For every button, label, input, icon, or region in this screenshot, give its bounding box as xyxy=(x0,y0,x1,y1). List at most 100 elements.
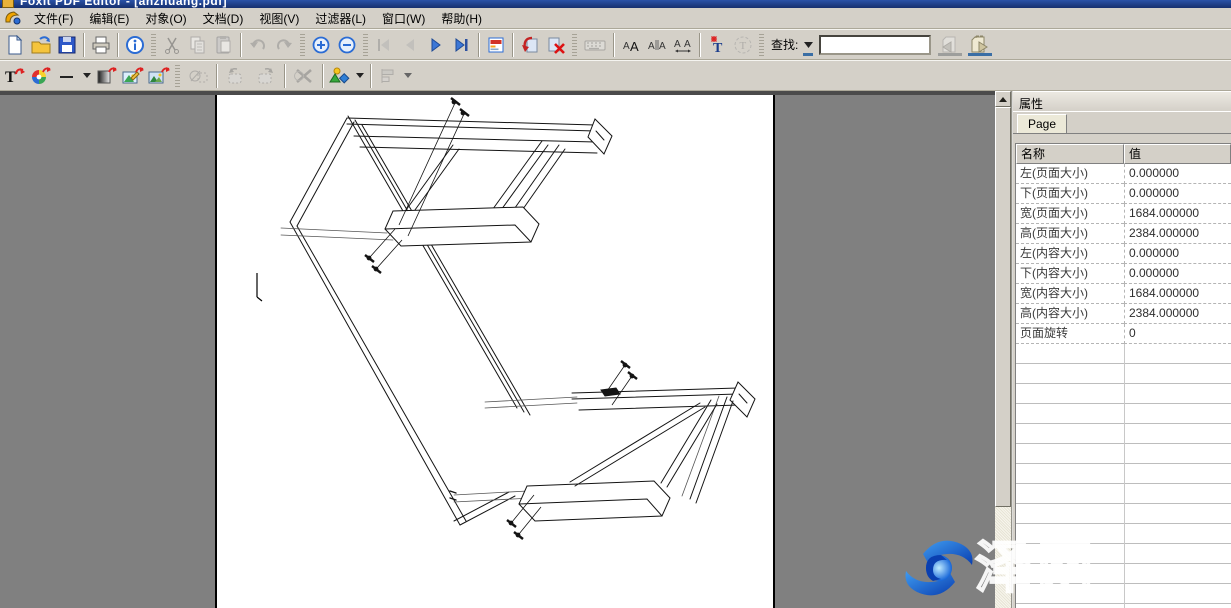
delete-page-button[interactable] xyxy=(543,32,569,57)
add-color-button[interactable] xyxy=(28,63,54,88)
toolbar-gripper xyxy=(175,65,180,87)
property-row: 下(页面大小) 0.000000 xyxy=(1016,184,1231,204)
delete-object-button[interactable] xyxy=(289,63,319,88)
rotate-right-button[interactable] xyxy=(251,63,281,88)
property-value[interactable]: 0.000000 xyxy=(1124,184,1231,204)
scroll-up-arrow-icon xyxy=(999,97,1007,102)
open-file-button[interactable] xyxy=(28,32,54,57)
window-title: Foxit PDF Editor - [anzhuang.pdf] xyxy=(20,0,227,8)
print-icon xyxy=(91,35,111,55)
clone-object-button[interactable] xyxy=(183,63,213,88)
first-page-button[interactable] xyxy=(371,32,397,57)
property-value[interactable]: 0.000000 xyxy=(1124,244,1231,264)
add-line-button[interactable] xyxy=(54,63,80,88)
menu-window[interactable]: 窗口(W) xyxy=(374,8,433,29)
title-bar: Foxit PDF Editor - [anzhuang.pdf] xyxy=(0,0,1231,8)
svg-text:A: A xyxy=(684,39,691,50)
delete-object-icon xyxy=(293,66,315,86)
add-shading-button[interactable] xyxy=(94,63,120,88)
text-circle-button[interactable]: T xyxy=(730,32,756,57)
paste-button[interactable] xyxy=(211,32,237,57)
find-dropdown-arrow[interactable] xyxy=(801,34,815,56)
document-info-button[interactable] xyxy=(122,32,148,57)
zoom-out-button[interactable] xyxy=(334,32,360,57)
scrollbar-thumb[interactable] xyxy=(995,107,1011,507)
word-spacing-icon: AA xyxy=(673,35,693,55)
property-value[interactable]: 1684.000000 xyxy=(1124,284,1231,304)
replace-font-button[interactable]: AA xyxy=(618,32,644,57)
print-button[interactable] xyxy=(88,32,114,57)
pdf-page[interactable] xyxy=(215,95,775,608)
char-spacing-icon: AA xyxy=(647,35,667,55)
shading-icon xyxy=(96,66,118,86)
scroll-up-button[interactable] xyxy=(995,91,1011,107)
save-button[interactable] xyxy=(54,32,80,57)
find-previous-button[interactable] xyxy=(935,32,965,57)
vertical-scrollbar[interactable] xyxy=(995,91,1011,608)
char-spacing-button[interactable]: AA xyxy=(644,32,670,57)
menu-filter[interactable]: 过滤器(L) xyxy=(307,8,374,29)
property-value[interactable]: 2384.000000 xyxy=(1124,224,1231,244)
menu-edit[interactable]: 编辑(E) xyxy=(81,8,137,29)
copy-button[interactable] xyxy=(185,32,211,57)
page-format-button[interactable] xyxy=(483,32,509,57)
properties-panel: 属性 Page 名称 值 左(页面大小) 0.000000 下(页面大小) 0.… xyxy=(1013,91,1231,608)
align-objects-button[interactable] xyxy=(375,63,401,88)
next-page-button[interactable] xyxy=(423,32,449,57)
edit-image-button[interactable] xyxy=(120,63,146,88)
column-header-name[interactable]: 名称 xyxy=(1016,144,1124,164)
insert-page-button[interactable] xyxy=(517,32,543,57)
delete-page-icon xyxy=(546,35,566,55)
add-text-button[interactable]: T xyxy=(704,32,730,57)
align-icon xyxy=(378,66,398,86)
find-next-button[interactable] xyxy=(965,32,995,57)
new-document-button[interactable] xyxy=(2,32,28,57)
rotate-left-button[interactable] xyxy=(221,63,251,88)
column-header-value[interactable]: 值 xyxy=(1124,144,1231,164)
property-row: 高(内容大小) 2384.000000 xyxy=(1016,304,1231,324)
first-page-icon xyxy=(374,35,394,55)
add-shape-button[interactable] xyxy=(327,63,353,88)
property-value[interactable]: 0.000000 xyxy=(1124,164,1231,184)
property-value[interactable]: 1684.000000 xyxy=(1124,204,1231,224)
toolbar-separator xyxy=(370,64,372,88)
undo-button[interactable] xyxy=(245,32,271,57)
chevron-down-icon xyxy=(83,73,91,78)
keyboard-icon xyxy=(584,35,606,55)
shape-dropdown-arrow[interactable] xyxy=(353,65,367,87)
last-page-icon xyxy=(452,35,472,55)
toolbar-separator xyxy=(284,64,286,88)
tab-page[interactable]: Page xyxy=(1017,114,1067,133)
zoom-in-button[interactable] xyxy=(308,32,334,57)
property-value[interactable]: 0.000000 xyxy=(1124,264,1231,284)
svg-text:A: A xyxy=(659,41,666,52)
toolbar-separator xyxy=(699,33,701,57)
last-page-button[interactable] xyxy=(449,32,475,57)
document-canvas[interactable] xyxy=(0,91,995,608)
previous-page-icon xyxy=(400,35,420,55)
menu-help[interactable]: 帮助(H) xyxy=(433,8,490,29)
toolbar-separator xyxy=(240,33,242,57)
keyboard-button[interactable] xyxy=(580,32,610,57)
line-dropdown-arrow[interactable] xyxy=(80,65,94,87)
menu-view[interactable]: 视图(V) xyxy=(251,8,307,29)
word-spacing-button[interactable]: AA xyxy=(670,32,696,57)
paste-icon xyxy=(214,35,234,55)
align-dropdown-arrow[interactable] xyxy=(401,65,415,87)
redo-button[interactable] xyxy=(271,32,297,57)
menu-file[interactable]: 文件(F) xyxy=(26,8,81,29)
find-input[interactable] xyxy=(819,35,931,55)
text-caret-mark xyxy=(257,273,262,301)
property-row: 左(页面大小) 0.000000 xyxy=(1016,164,1231,184)
property-value[interactable]: 0 xyxy=(1124,324,1231,344)
property-row: 宽(页面大小) 1684.000000 xyxy=(1016,204,1231,224)
previous-page-button[interactable] xyxy=(397,32,423,57)
replace-image-button[interactable] xyxy=(146,63,172,88)
app-window: { "window": { "title": "Foxit PDF Editor… xyxy=(0,0,1231,608)
menu-document[interactable]: 文档(D) xyxy=(195,8,252,29)
property-value[interactable]: 2384.000000 xyxy=(1124,304,1231,324)
cut-button[interactable] xyxy=(159,32,185,57)
menu-object[interactable]: 对象(O) xyxy=(137,8,194,29)
add-text-object-button[interactable]: T xyxy=(2,63,28,88)
new-document-icon xyxy=(5,35,25,55)
